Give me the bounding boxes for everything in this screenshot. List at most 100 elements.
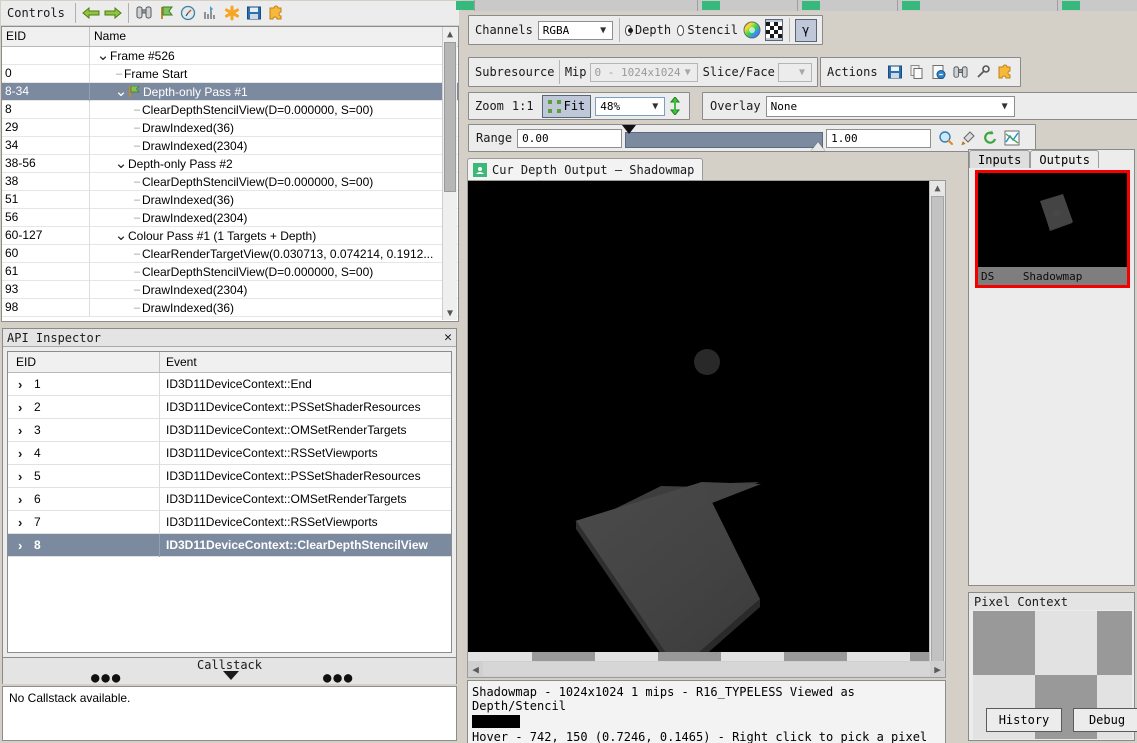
event-row[interactable]: 93– DrawIndexed(2304) xyxy=(2,280,458,299)
api-column-header-event[interactable]: Event xyxy=(160,352,451,372)
scroll-thumb[interactable] xyxy=(444,42,456,192)
puzzle-icon[interactable] xyxy=(994,62,1016,82)
tab-strip-segment[interactable] xyxy=(1058,0,1137,11)
column-header-name[interactable]: Name xyxy=(90,27,458,46)
event-row[interactable]: ⌄ Frame #526 xyxy=(2,46,458,65)
scroll-thumb[interactable] xyxy=(931,196,944,662)
texture-image[interactable] xyxy=(468,181,931,656)
history-button[interactable]: History xyxy=(986,708,1062,732)
expand-arrow-icon[interactable]: › xyxy=(18,400,34,415)
timer-icon[interactable] xyxy=(177,3,199,23)
checkerboard-icon[interactable] xyxy=(764,19,783,41)
scroll-track[interactable] xyxy=(483,662,930,676)
forward-arrow-icon[interactable] xyxy=(102,3,124,23)
copy-icon[interactable] xyxy=(906,62,928,82)
slice-face-select[interactable]: ▼ xyxy=(777,62,812,82)
event-row[interactable]: 51– DrawIndexed(36) xyxy=(2,190,458,209)
save-icon[interactable] xyxy=(243,3,265,23)
api-row[interactable]: › 5 ID3D11DeviceContext::PSSetShaderResour… xyxy=(8,464,451,488)
expand-chevron-icon[interactable]: ⌄ xyxy=(114,84,128,99)
tab-strip-segment[interactable] xyxy=(698,0,798,11)
flag-icon[interactable] xyxy=(155,3,177,23)
event-row[interactable]: 56– DrawIndexed(2304) xyxy=(2,208,458,227)
api-row[interactable]: › 8 ID3D11DeviceContext::ClearDepthStencil… xyxy=(8,533,451,557)
range-max-input[interactable]: 1.00 xyxy=(826,128,932,148)
event-row[interactable]: 8-34 ⌄ Depth-only Pass #1 xyxy=(2,82,458,101)
pin-icon[interactable] xyxy=(972,62,994,82)
event-row[interactable]: 61– ClearDepthStencilView(D=0.000000, S=0… xyxy=(2,262,458,281)
event-row[interactable]: 60-127 ⌄ Colour Pass #1 (1 Targets + Depth… xyxy=(2,226,458,245)
eyedropper-icon[interactable] xyxy=(957,128,979,148)
color-wheel-icon[interactable] xyxy=(743,21,761,39)
pixel-context-canvas[interactable]: History Debug xyxy=(973,611,1137,739)
tab-strip-segment[interactable] xyxy=(456,0,475,11)
open-in-icon[interactable] xyxy=(928,62,950,82)
expand-arrow-icon[interactable]: › xyxy=(18,515,34,530)
api-row[interactable]: › 7 ID3D11DeviceContext::RSSetViewports xyxy=(8,510,451,534)
flip-y-icon[interactable] xyxy=(665,97,685,115)
back-arrow-icon[interactable] xyxy=(80,3,102,23)
reset-icon[interactable] xyxy=(979,128,1001,148)
expand-chevron-icon[interactable]: ⌄ xyxy=(114,228,128,243)
tab-strip-segment[interactable] xyxy=(898,0,1058,11)
api-column-header-eid[interactable]: EID xyxy=(8,352,160,372)
tab-inputs[interactable]: Inputs xyxy=(969,150,1031,168)
expand-arrow-icon[interactable]: › xyxy=(18,492,34,507)
expand-arrow-icon[interactable]: › xyxy=(18,423,34,438)
api-row[interactable]: › 4 ID3D11DeviceContext::RSSetViewports xyxy=(8,441,451,465)
tab-strip-segment[interactable] xyxy=(798,0,898,11)
texture-canvas[interactable]: ▲ ▼ ◀ ▶ xyxy=(467,180,946,678)
event-row[interactable]: 34– DrawIndexed(2304) xyxy=(2,136,458,155)
expand-arrow-icon[interactable]: › xyxy=(18,377,34,392)
range-handle-max[interactable] xyxy=(811,142,826,151)
expand-chevron-icon[interactable]: ⌄ xyxy=(114,156,128,171)
expand-arrow-icon[interactable]: › xyxy=(18,446,34,461)
event-row[interactable]: 0– Frame Start xyxy=(2,64,458,83)
save-texture-icon[interactable] xyxy=(884,62,906,82)
texture-tab[interactable]: Cur Depth Output – Shadowmap xyxy=(467,158,704,181)
zoom-one-to-one-button[interactable]: 1:1 xyxy=(512,99,542,113)
binoculars-icon[interactable] xyxy=(950,62,972,82)
event-row[interactable]: 98– DrawIndexed(36) xyxy=(2,298,458,317)
event-row[interactable]: 38-56 ⌄ Depth-only Pass #2 xyxy=(2,154,458,173)
zoom-fit-button[interactable]: Fit xyxy=(541,94,592,118)
api-row[interactable]: › 3 ID3D11DeviceContext::OMSetRenderTarget… xyxy=(8,418,451,442)
range-slider[interactable] xyxy=(622,125,826,151)
depth-radio[interactable] xyxy=(624,24,633,36)
scroll-left-icon[interactable]: ◀ xyxy=(468,661,483,677)
channels-select[interactable]: RGBA ▼ xyxy=(537,20,614,40)
stencil-radio[interactable] xyxy=(677,24,685,36)
gamma-button[interactable]: γ xyxy=(794,18,817,42)
expand-chevron-icon[interactable]: ⌄ xyxy=(96,48,110,63)
expand-arrow-icon[interactable]: › xyxy=(18,469,34,484)
event-row[interactable]: 29– DrawIndexed(36) xyxy=(2,118,458,137)
api-row[interactable]: › 6 ID3D11DeviceContext::OMSetRenderTarget… xyxy=(8,487,451,511)
close-icon[interactable]: ✕ xyxy=(444,330,452,345)
event-browser-scrollbar[interactable]: ▲ ▼ xyxy=(442,27,457,320)
output-thumbnail[interactable]: DS Shadowmap xyxy=(975,170,1130,288)
api-row[interactable]: › 1 ID3D11DeviceContext::End xyxy=(8,372,451,396)
collapse-caret-icon[interactable] xyxy=(222,671,239,680)
magnifier-icon[interactable] xyxy=(935,128,957,148)
mip-select[interactable]: 0 - 1024x1024 ▼ xyxy=(589,62,698,82)
bar-chart-icon[interactable] xyxy=(199,3,221,23)
zoom-percent-select[interactable]: 48% ▼ xyxy=(595,96,666,116)
column-header-eid[interactable]: EID xyxy=(2,27,90,46)
tab-strip-segment[interactable] xyxy=(475,0,698,11)
debug-button[interactable]: Debug xyxy=(1073,708,1137,732)
callstack-splitter[interactable]: Callstack ●●● ●●● xyxy=(2,658,457,686)
scroll-up-icon[interactable]: ▲ xyxy=(443,27,457,41)
range-min-input[interactable]: 0.00 xyxy=(517,128,623,148)
puzzle-icon[interactable] xyxy=(265,3,287,23)
api-row[interactable]: › 2 ID3D11DeviceContext::PSSetShaderResour… xyxy=(8,395,451,419)
tab-outputs[interactable]: Outputs xyxy=(1030,150,1099,168)
scroll-up-icon[interactable]: ▲ xyxy=(930,181,945,196)
autofit-icon[interactable] xyxy=(1001,128,1023,148)
asterisk-icon[interactable] xyxy=(221,3,243,23)
texture-vertical-scrollbar[interactable]: ▲ ▼ xyxy=(929,181,945,677)
scroll-right-icon[interactable]: ▶ xyxy=(930,661,945,677)
expand-arrow-icon[interactable]: › xyxy=(18,538,34,553)
overlay-select[interactable]: None ▼ xyxy=(765,95,1015,117)
binoculars-icon[interactable] xyxy=(133,3,155,23)
event-row[interactable]: 60– ClearRenderTargetView(0.030713, 0.074… xyxy=(2,244,458,263)
